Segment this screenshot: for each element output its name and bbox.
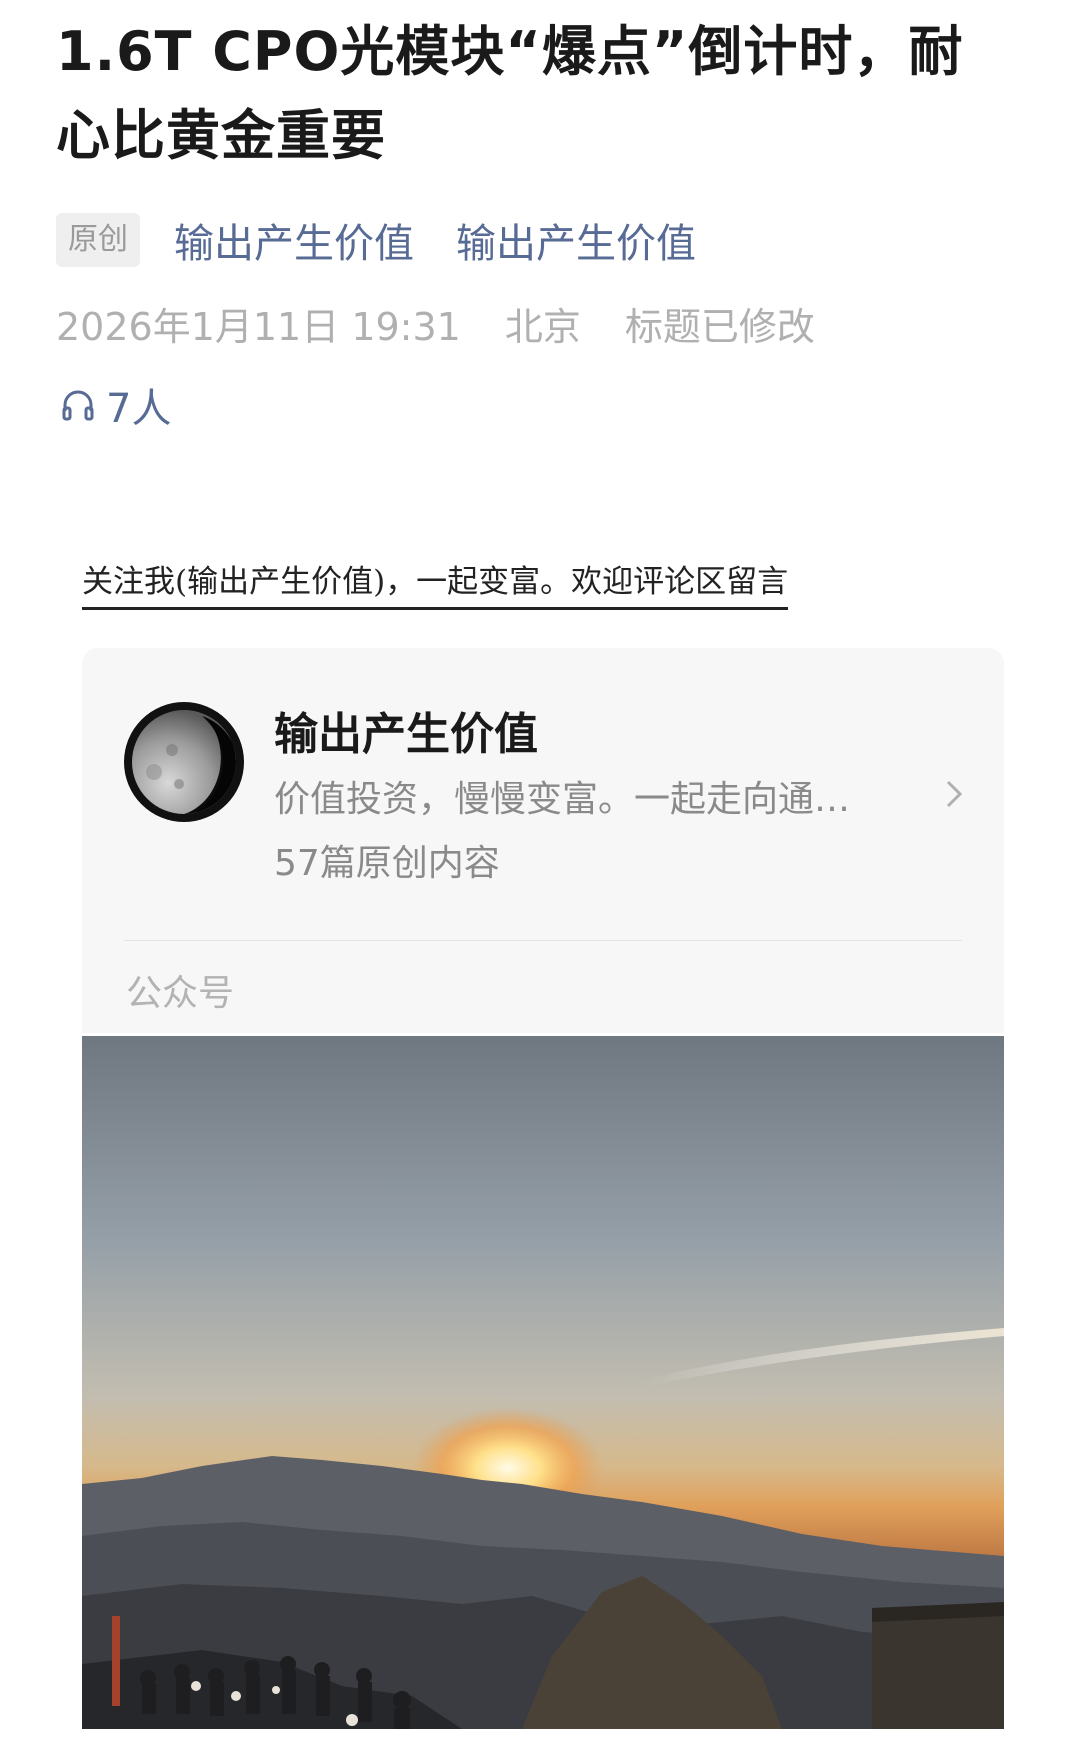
original-badge: 原创 xyxy=(56,213,140,267)
headphones-icon xyxy=(62,390,94,421)
moon-avatar xyxy=(124,702,244,822)
listener-count: 7人 xyxy=(106,386,172,432)
author-row: 原创 输出产生价值 输出产生价值 xyxy=(56,212,696,268)
card-type-label: 公众号 xyxy=(126,973,235,1014)
listen-button[interactable]: 7人 xyxy=(60,376,171,434)
chevron-right-icon xyxy=(944,776,964,816)
article-title: 1.6T CPO光模块“爆点”倒计时，耐心比黄金重要 xyxy=(56,20,964,167)
account-name: 输出产生价值 xyxy=(274,709,538,760)
publish-date: 2026年1月11日 19:31 xyxy=(56,305,461,349)
publish-location: 北京 xyxy=(504,305,581,349)
account-link[interactable]: 输出产生价值 xyxy=(456,211,696,269)
publish-info: 2026年1月11日 19:31 北京 标题已修改 xyxy=(56,296,859,351)
sunset-great-wall-image xyxy=(82,1036,1004,1729)
original-count: 57篇原创内容 xyxy=(274,843,500,884)
card-divider xyxy=(124,940,962,941)
edit-note: 标题已修改 xyxy=(624,305,815,349)
account-description: 价值投资，慢慢变富。一起走向通… xyxy=(274,779,851,820)
author-link[interactable]: 输出产生价值 xyxy=(174,211,414,269)
account-card[interactable]: 输出产生价值 价值投资，慢慢变富。一起走向通… 57篇原创内容 公众号 xyxy=(82,648,1004,1033)
follow-prompt: 关注我(输出产生价值)，一起变富。欢迎评论区留言 xyxy=(82,556,789,610)
